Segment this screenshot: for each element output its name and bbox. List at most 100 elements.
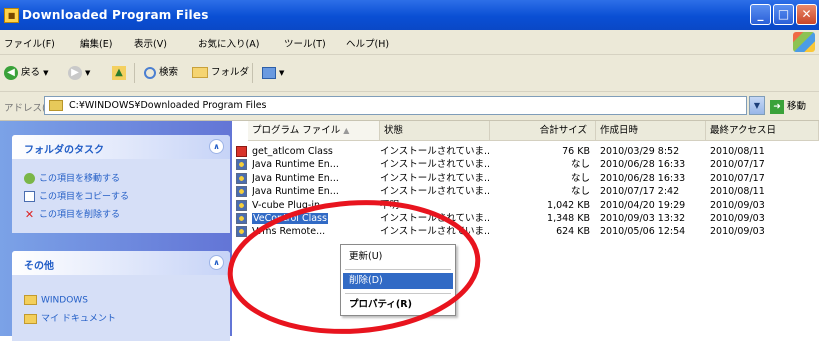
folder-icon bbox=[24, 313, 37, 324]
cell-created: 2010/05/06 12:54 bbox=[600, 226, 686, 238]
views-dropdown-icon: ▼ bbox=[279, 69, 285, 77]
program-file-icon bbox=[236, 172, 247, 184]
column-status-label: 状態 bbox=[384, 125, 404, 136]
cell-last-access: 2010/07/17 bbox=[710, 159, 765, 171]
column-header-program-file[interactable]: プログラム ファイル ▲ bbox=[248, 121, 380, 141]
file-row[interactable]: get_atlcom Class インストールされていま... 76 KB 2010/… bbox=[232, 145, 819, 158]
up-folder-button[interactable]: ▲ bbox=[112, 65, 126, 81]
cell-created: 2010/06/28 16:33 bbox=[600, 159, 686, 171]
context-menu-refresh[interactable]: 更新(U) bbox=[343, 249, 453, 265]
go-button[interactable]: ➜ 移動 bbox=[770, 98, 806, 114]
go-label: 移動 bbox=[787, 101, 807, 112]
file-name: Vrms Remote... bbox=[252, 226, 326, 238]
program-file-icon bbox=[236, 213, 247, 224]
cell-last-access: 2010/07/17 bbox=[710, 172, 765, 184]
chevron-up-icon[interactable]: ∧ bbox=[209, 139, 224, 154]
views-icon bbox=[262, 66, 276, 79]
delete-item-link[interactable]: ✕ この項目を削除する bbox=[24, 207, 120, 220]
copy-icon bbox=[24, 191, 35, 202]
context-menu: 更新(U) 削除(D) プロパティ(R) bbox=[340, 244, 456, 316]
search-button[interactable]: 検索 bbox=[144, 65, 178, 81]
menu-file[interactable]: ファイル(F) bbox=[4, 36, 55, 50]
context-menu-separator bbox=[345, 269, 451, 270]
other-places-header[interactable]: その他 ∧ bbox=[12, 251, 230, 275]
folder-tasks-title: フォルダのタスク bbox=[24, 145, 104, 156]
cell-last-access: 2010/09/03 bbox=[710, 226, 765, 238]
column-program-file-label: プログラム ファイル bbox=[252, 125, 341, 136]
minimize-button[interactable]: _ bbox=[750, 4, 771, 25]
search-label: 検索 bbox=[159, 67, 179, 78]
back-arrow-icon: ◀ bbox=[4, 65, 18, 80]
views-button[interactable]: ▼ bbox=[262, 65, 284, 81]
program-file-icon bbox=[236, 199, 247, 211]
column-header-status[interactable]: 状態 bbox=[380, 121, 490, 141]
back-label: 戻る bbox=[21, 67, 41, 78]
move-icon bbox=[24, 173, 35, 184]
column-header-created[interactable]: 作成日時 bbox=[596, 121, 706, 141]
cell-program-file: Java Runtime En... bbox=[252, 158, 378, 171]
address-input[interactable]: C:¥WINDOWS¥Downloaded Program Files bbox=[44, 96, 747, 115]
context-menu-delete[interactable]: 削除(D) bbox=[343, 273, 453, 289]
copy-item-link[interactable]: この項目をコピーする bbox=[24, 189, 129, 202]
delete-x-icon: ✕ bbox=[24, 208, 35, 221]
menu-view[interactable]: 表示(V) bbox=[134, 36, 167, 50]
windows-logo-icon bbox=[793, 32, 815, 52]
delete-item-label: この項目を削除する bbox=[39, 210, 121, 220]
other-place-windows[interactable]: WINDOWS bbox=[24, 295, 88, 306]
sort-ascending-icon: ▲ bbox=[343, 126, 350, 135]
cell-size: なし bbox=[570, 159, 590, 171]
menu-favorites[interactable]: お気に入り(A) bbox=[198, 36, 259, 50]
go-arrow-icon: ➜ bbox=[770, 99, 784, 114]
cell-last-access: 2010/09/03 bbox=[710, 213, 765, 224]
file-row[interactable]: Java Runtime En... インストールされていま... なし 2010/0… bbox=[232, 158, 819, 171]
back-dropdown-icon[interactable]: ▼ bbox=[43, 69, 48, 77]
cell-program-file: Vrms Remote... bbox=[252, 225, 378, 238]
context-menu-properties[interactable]: プロパティ(R) bbox=[343, 297, 453, 313]
file-row[interactable]: Java Runtime En... インストールされていま... なし 2010/0… bbox=[232, 172, 819, 185]
file-row[interactable]: V-cube Plug-in 不明 1,042 KB 2010/04/20 19:29… bbox=[232, 199, 819, 212]
menu-tools[interactable]: ツール(T) bbox=[284, 36, 326, 50]
cell-created: 2010/04/20 19:29 bbox=[600, 199, 686, 211]
file-row[interactable]: VeControl Class インストールされていま... 1,348 KB 201… bbox=[232, 212, 819, 225]
program-file-icon bbox=[236, 159, 247, 171]
column-header-size[interactable]: 合計サイズ bbox=[490, 121, 596, 141]
file-row[interactable]: Vrms Remote... インストールされていま... 624 KB 2010/0… bbox=[232, 225, 819, 238]
back-button[interactable]: ◀ 戻る ▼ bbox=[4, 65, 48, 81]
file-name: Java Runtime En... bbox=[252, 172, 339, 184]
chevron-up-icon[interactable]: ∧ bbox=[209, 255, 224, 270]
program-file-icon bbox=[236, 186, 247, 198]
move-item-link[interactable]: この項目を移動する bbox=[24, 171, 120, 184]
cell-program-file: V-cube Plug-in bbox=[252, 199, 378, 212]
maximize-button[interactable]: □ bbox=[773, 4, 794, 25]
address-dropdown-button[interactable]: ▼ bbox=[749, 96, 765, 115]
column-last-access-label: 最終アクセス日 bbox=[710, 125, 777, 136]
other-place-my-documents-label: マイ ドキュメント bbox=[41, 314, 116, 324]
other-place-my-documents[interactable]: マイ ドキュメント bbox=[24, 311, 116, 324]
folders-icon bbox=[192, 67, 208, 78]
forward-button[interactable]: ▶ ▼ bbox=[68, 65, 90, 81]
title-bar: ■ Downloaded Program Files _ □ ✕ bbox=[0, 0, 819, 30]
folders-button[interactable]: フォルダ bbox=[192, 65, 249, 81]
cell-last-access: 2010/09/03 bbox=[710, 199, 765, 211]
program-file-icon bbox=[236, 226, 247, 238]
folder-tasks-header[interactable]: フォルダのタスク ∧ bbox=[12, 135, 230, 159]
cell-size: 76 KB bbox=[562, 146, 590, 157]
file-row[interactable]: Java Runtime En... インストールされていま... なし 2010/0… bbox=[232, 185, 819, 198]
folder-icon bbox=[24, 295, 37, 305]
forward-dropdown-icon[interactable]: ▼ bbox=[85, 69, 90, 77]
cell-program-file: get_atlcom Class bbox=[252, 145, 378, 158]
close-button[interactable]: ✕ bbox=[796, 4, 817, 25]
folder-app-icon: ■ bbox=[4, 8, 19, 23]
context-menu-separator bbox=[345, 293, 451, 294]
file-name: get_atlcom Class bbox=[252, 146, 333, 157]
menu-help[interactable]: ヘルプ(H) bbox=[346, 36, 389, 50]
menu-edit[interactable]: 編集(E) bbox=[80, 36, 112, 50]
address-path: C:¥WINDOWS¥Downloaded Program Files bbox=[69, 100, 267, 111]
cell-program-file: Java Runtime En... bbox=[252, 185, 378, 198]
folder-tasks-panel: フォルダのタスク ∧ この項目を移動する この項目をコピーする ✕ この項目を削除… bbox=[12, 135, 230, 233]
file-name: V-cube Plug-in bbox=[252, 199, 321, 211]
column-header-last-access[interactable]: 最終アクセス日 bbox=[706, 121, 819, 141]
cell-size: 624 KB bbox=[556, 226, 590, 238]
up-folder-icon: ▲ bbox=[112, 65, 126, 80]
forward-arrow-icon: ▶ bbox=[68, 65, 82, 80]
